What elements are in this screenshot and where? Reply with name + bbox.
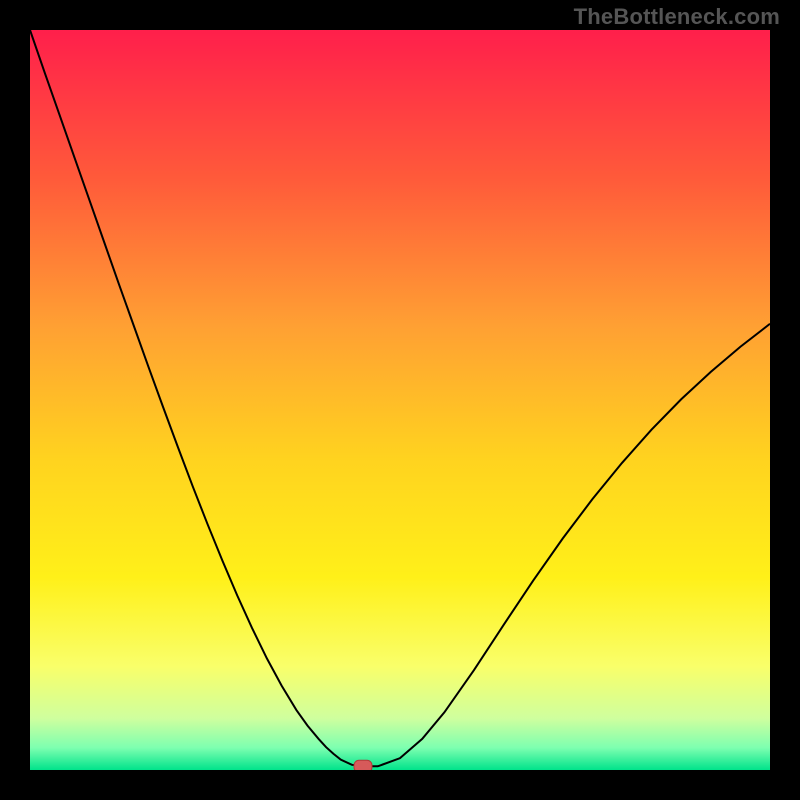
watermark-text: TheBottleneck.com: [574, 4, 780, 30]
chart-frame: TheBottleneck.com: [0, 0, 800, 800]
chart-background: [30, 30, 770, 770]
plot-area: [30, 30, 770, 770]
chart-svg: [30, 30, 770, 770]
optimal-point-marker: [354, 760, 372, 770]
